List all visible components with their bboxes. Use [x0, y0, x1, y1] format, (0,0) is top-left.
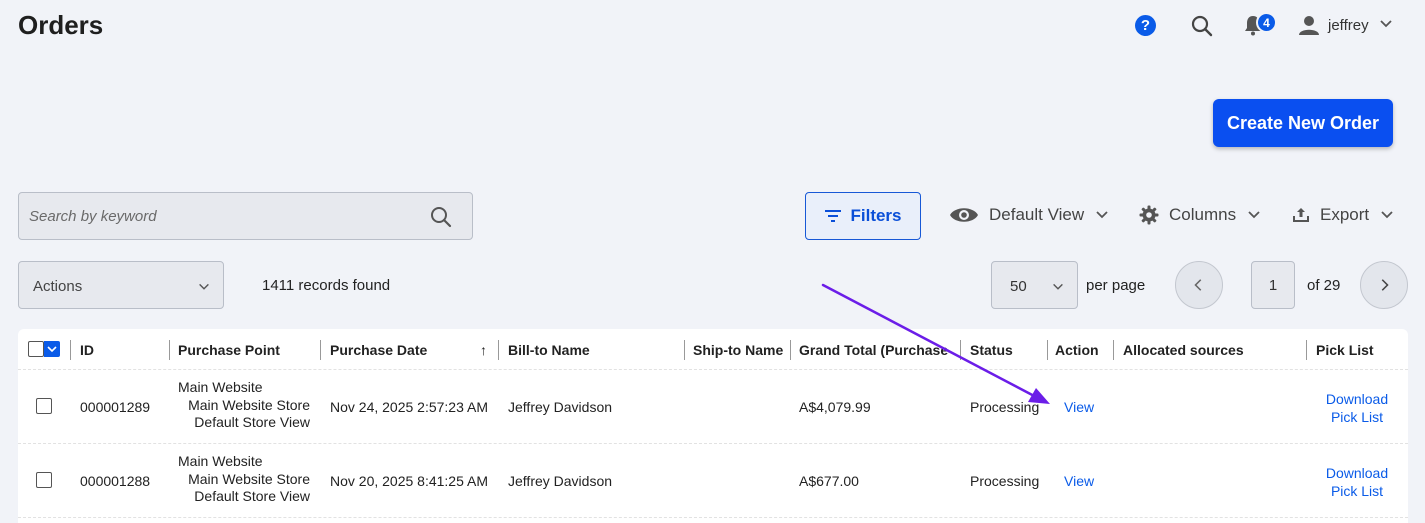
pick-list-line-1: Download [1325, 391, 1389, 407]
download-pick-list-link[interactable]: Download Pick List [1316, 390, 1398, 426]
default-view-label: Default View [989, 205, 1085, 224]
user-icon[interactable] [1298, 14, 1320, 36]
export-label: Export [1320, 205, 1370, 224]
chevron-right-icon [1381, 279, 1389, 291]
filter-icon [825, 210, 842, 222]
column-header-bill-to-name[interactable]: Bill-to Name [508, 342, 590, 358]
default-view-dropdown[interactable]: Default View [949, 203, 1110, 227]
column-header-purchase-date[interactable]: Purchase Date [330, 342, 427, 358]
download-pick-list-link[interactable]: Download Pick List [1316, 464, 1398, 500]
column-header-pick-list: Pick List [1316, 342, 1374, 358]
purchase-point: Main Website Main Website Store Default … [168, 453, 310, 506]
export-icon [1293, 208, 1309, 222]
mass-actions-select[interactable]: Actions [18, 261, 224, 309]
help-icon[interactable]: ? [1135, 15, 1156, 36]
chevron-down-icon [1248, 211, 1260, 219]
column-header-action: Action [1055, 342, 1099, 358]
export-dropdown[interactable]: Export [1292, 203, 1395, 227]
pick-list-line-2: Pick List [1330, 409, 1384, 425]
purchase-date: Nov 24, 2025 2:57:23 AM [330, 399, 488, 415]
page-title: Orders [18, 10, 104, 40]
search-field[interactable] [18, 192, 473, 240]
chevron-down-icon[interactable] [1378, 16, 1394, 32]
status: Processing [970, 473, 1040, 489]
orders-table: ID Purchase Point Purchase Date ↑ Bill-t… [18, 329, 1408, 523]
columns-label: Columns [1169, 205, 1237, 224]
purchase-point-website: Main Website [178, 379, 263, 395]
view-order-link[interactable]: View [1064, 399, 1094, 415]
pick-list-line-1: Download [1325, 465, 1389, 481]
page-number-input[interactable]: 1 [1251, 261, 1295, 309]
bill-to-name: Jeffrey Davidson [508, 399, 613, 415]
filters-button[interactable]: Filters [805, 192, 921, 240]
grand-total: A$677.00 [799, 473, 859, 489]
actions-label: Actions [33, 278, 83, 295]
search-icon[interactable] [1190, 14, 1214, 38]
eye-icon [950, 208, 978, 222]
purchase-point-view: Default Store View [194, 488, 310, 504]
per-page-select[interactable]: 50 [991, 261, 1078, 309]
sort-ascending-icon[interactable]: ↑ [480, 342, 487, 358]
purchase-point-website: Main Website [178, 453, 263, 469]
user-name[interactable]: jeffrey [1328, 17, 1369, 34]
per-page-label: per page [1086, 277, 1146, 294]
order-id: 000001288 [80, 473, 151, 489]
status: Processing [970, 399, 1040, 415]
column-header-grand-total[interactable]: Grand Total (Purchased) [799, 342, 949, 358]
chevron-down-icon [199, 283, 209, 290]
create-new-order-button[interactable]: Create New Order [1213, 99, 1393, 147]
purchase-point-view: Default Store View [194, 414, 310, 430]
table-row: 000001288 Main Website Main Website Stor… [18, 444, 1408, 517]
column-header-status[interactable]: Status [970, 342, 1013, 358]
search-icon[interactable] [430, 206, 452, 228]
search-input[interactable] [29, 205, 419, 227]
column-header-allocated-sources: Allocated sources [1123, 342, 1244, 358]
chevron-down-icon [1381, 211, 1393, 219]
per-page-value: 50 [1010, 278, 1027, 295]
columns-dropdown[interactable]: Columns [1139, 203, 1262, 227]
row-checkbox[interactable] [36, 398, 52, 414]
purchase-point-store: Main Website Store [188, 470, 310, 487]
column-header-ship-to-name[interactable]: Ship-to Name [693, 342, 783, 358]
notification-badge: 4 [1256, 12, 1277, 33]
column-header-id[interactable]: ID [80, 342, 94, 358]
gear-icon [1139, 205, 1159, 225]
table-row: 000001289 Main Website Main Website Stor… [18, 370, 1408, 443]
bill-to-name: Jeffrey Davidson [508, 473, 613, 489]
chevron-down-icon [1096, 211, 1108, 219]
purchase-point: Main Website Main Website Store Default … [168, 379, 310, 432]
purchase-date: Nov 20, 2025 8:41:25 AM [330, 473, 488, 489]
chevron-down-icon [47, 346, 57, 353]
purchase-point-store: Main Website Store [188, 396, 310, 413]
column-header-purchase-point[interactable]: Purchase Point [178, 342, 280, 358]
pick-list-line-2: Pick List [1330, 483, 1384, 499]
filters-label: Filters [850, 206, 902, 225]
chevron-left-icon [1194, 279, 1202, 291]
records-count: 1411 records found [262, 277, 391, 294]
previous-page-button[interactable] [1175, 261, 1223, 309]
chevron-down-icon [1053, 283, 1063, 290]
view-order-link[interactable]: View [1064, 473, 1094, 489]
select-all-checkbox[interactable] [28, 341, 60, 357]
order-id: 000001289 [80, 399, 151, 415]
next-page-button[interactable] [1360, 261, 1408, 309]
grand-total: A$4,079.99 [799, 399, 871, 415]
row-checkbox[interactable] [36, 472, 52, 488]
total-pages-label: of 29 [1307, 277, 1341, 294]
